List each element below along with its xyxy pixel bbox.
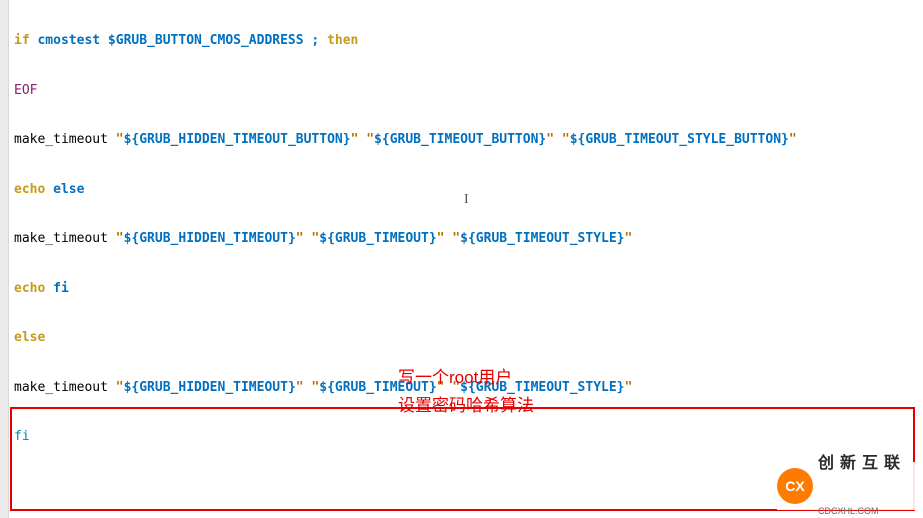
- logo-mark-icon: CX: [777, 468, 813, 504]
- code-line: EOF: [14, 83, 923, 100]
- logo-title: 创新互联: [818, 456, 906, 472]
- watermark-logo: CX 创新互联 CDCXHL.COM: [777, 462, 917, 510]
- line-number-gutter: [0, 0, 9, 518]
- code-line: else: [14, 330, 923, 347]
- code-line: if cmostest $GRUB_BUTTON_CMOS_ADDRESS ; …: [14, 33, 923, 50]
- code-line: make_timeout "${GRUB_HIDDEN_TIMEOUT}" "$…: [14, 231, 923, 248]
- code-line: make_timeout "${GRUB_HIDDEN_TIMEOUT_BUTT…: [14, 132, 923, 149]
- annotation-1: 写一个root用户: [398, 370, 512, 387]
- editor-viewport: if cmostest $GRUB_BUTTON_CMOS_ADDRESS ; …: [0, 0, 923, 518]
- logo-subtitle: CDCXHL.COM: [818, 507, 906, 516]
- text-caret-icon: I: [464, 192, 469, 209]
- code-line: echo fi: [14, 281, 923, 298]
